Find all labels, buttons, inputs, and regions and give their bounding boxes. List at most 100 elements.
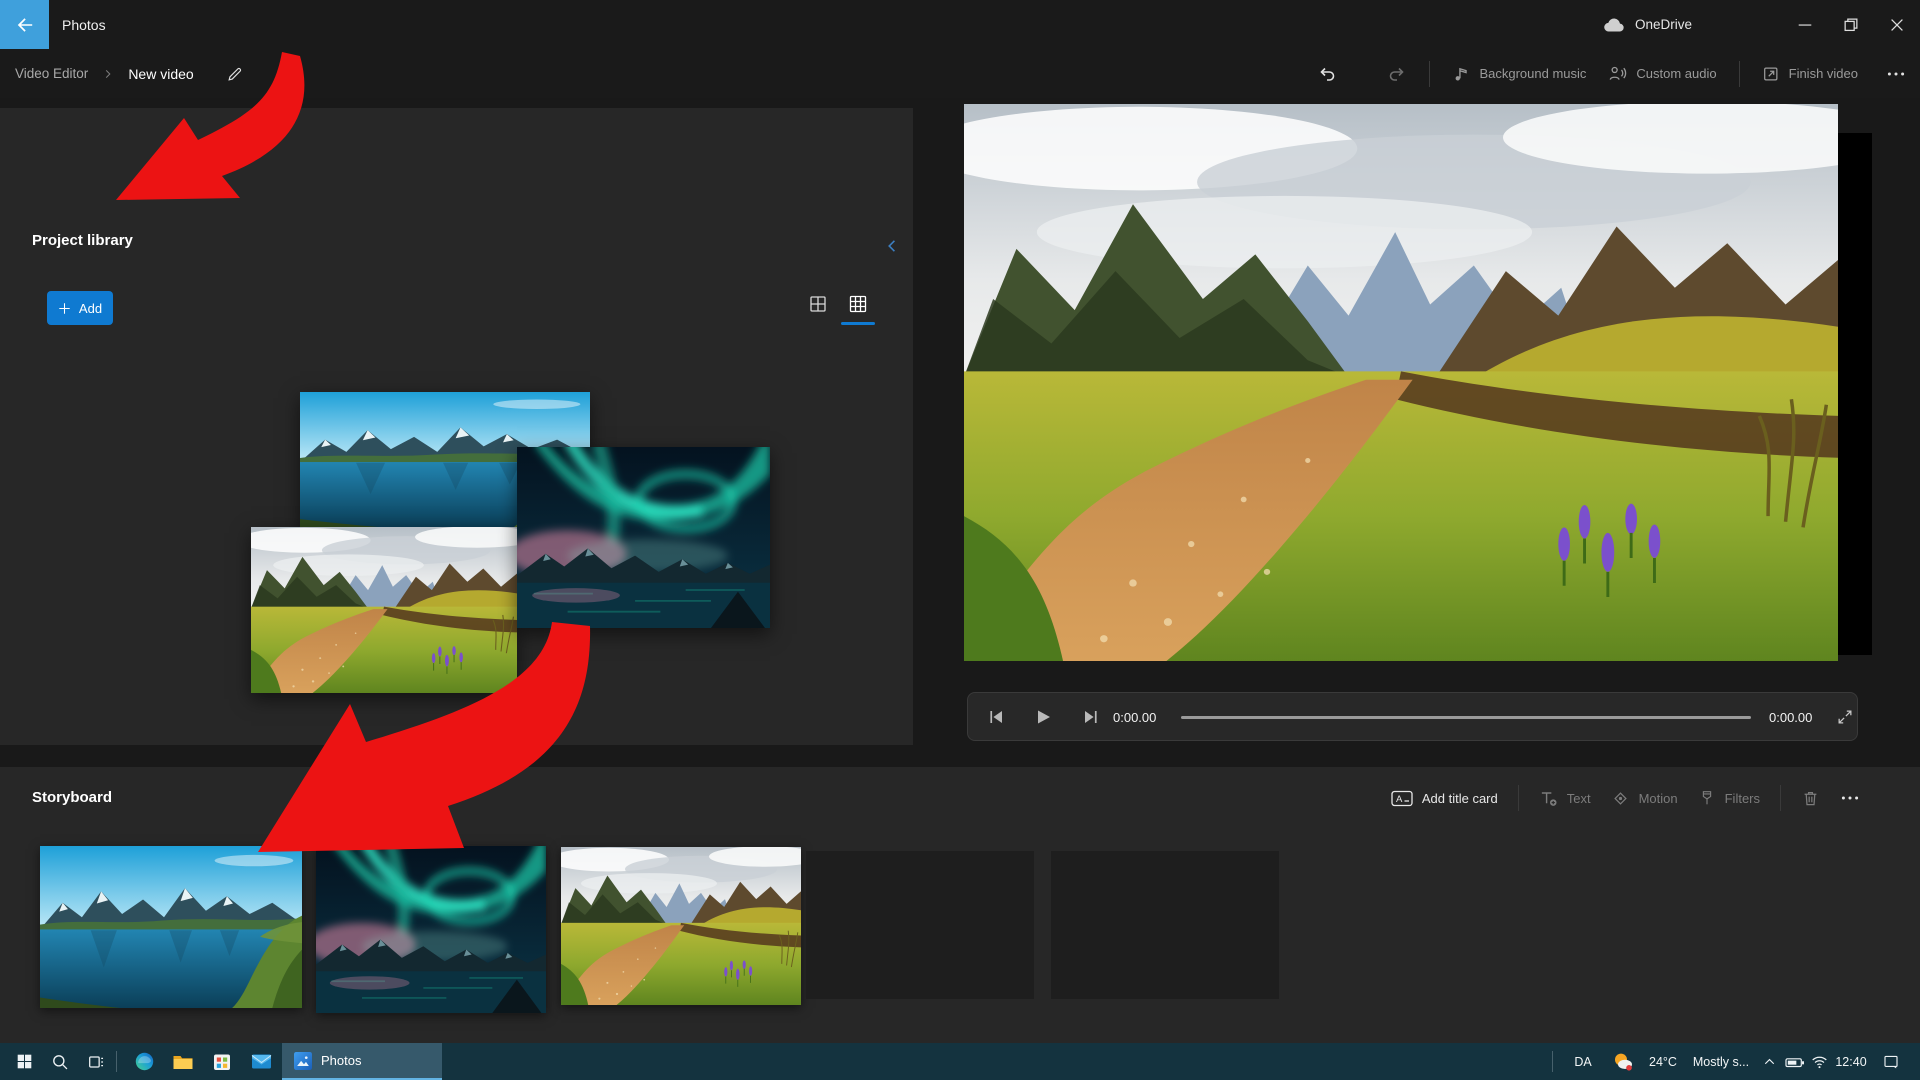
title-bar: Photos OneDrive — [0, 0, 1920, 49]
minimize-button[interactable] — [1782, 0, 1828, 49]
collapse-panel-chevron-icon[interactable] — [884, 237, 900, 255]
music-note-icon — [1452, 65, 1470, 83]
battery-tray-item[interactable] — [1782, 1043, 1808, 1080]
background-music-button[interactable]: Background music — [1452, 65, 1586, 83]
onedrive-label: OneDrive — [1635, 17, 1692, 32]
task-view-button[interactable] — [80, 1043, 112, 1080]
back-arrow-icon — [15, 15, 35, 35]
temperature-label[interactable]: 24°C — [1642, 1043, 1684, 1080]
network-tray-item[interactable] — [1808, 1043, 1830, 1080]
large-grid-view-toggle[interactable] — [808, 294, 828, 314]
next-frame-button[interactable] — [1081, 707, 1101, 727]
restore-icon — [1842, 16, 1860, 34]
add-media-button[interactable]: Add — [47, 291, 113, 325]
custom-audio-icon — [1608, 64, 1627, 83]
edge-browser-icon — [134, 1051, 155, 1072]
filters-button[interactable]: Filters — [1698, 789, 1760, 807]
redo-button[interactable] — [1387, 64, 1407, 84]
onedrive-status[interactable]: OneDrive — [1602, 0, 1692, 49]
project-title-tab[interactable]: New video — [128, 66, 193, 82]
task-view-icon — [87, 1053, 105, 1071]
elapsed-time: 0:00.00 — [1113, 710, 1156, 725]
chevron-up-icon — [1763, 1055, 1776, 1068]
total-time: 0:00.00 — [1769, 710, 1812, 725]
show-hidden-icons-button[interactable] — [1758, 1043, 1780, 1080]
library-photo-valley-road[interactable] — [251, 527, 517, 693]
storyboard-empty-slot — [806, 851, 1034, 999]
grid-view-selected-underline — [841, 322, 875, 325]
breadcrumb-chevron-icon — [102, 68, 114, 80]
playback-controls-bar: 0:00.00 0:00.00 — [967, 692, 1858, 741]
text-tool-icon — [1539, 789, 1558, 808]
wifi-icon — [1811, 1053, 1828, 1070]
project-library-title: Project library — [32, 232, 133, 249]
edge-taskbar-button[interactable] — [126, 1043, 162, 1080]
more-options-icon[interactable] — [1886, 64, 1906, 84]
storyboard-clip-3[interactable] — [561, 847, 801, 1005]
mail-icon — [251, 1053, 272, 1070]
undo-button[interactable] — [1317, 64, 1337, 84]
start-button[interactable] — [8, 1043, 40, 1080]
toolbar-separator — [1429, 61, 1430, 87]
title-card-icon: A — [1391, 790, 1413, 807]
preview-letterbox — [1838, 133, 1872, 655]
mail-taskbar-button[interactable] — [243, 1043, 279, 1080]
back-button[interactable] — [0, 0, 49, 49]
motion-icon — [1611, 789, 1630, 808]
svg-text:A: A — [1396, 794, 1403, 805]
add-title-card-button[interactable]: A Add title card — [1391, 790, 1498, 807]
plus-icon — [58, 302, 71, 315]
storyboard-more-options-icon[interactable] — [1840, 788, 1860, 808]
close-icon — [1888, 16, 1906, 34]
play-button[interactable] — [1033, 707, 1053, 727]
custom-audio-button[interactable]: Custom audio — [1608, 64, 1716, 83]
file-explorer-taskbar-button[interactable] — [165, 1043, 201, 1080]
storyboard-clip-2[interactable] — [316, 846, 546, 1013]
motion-button[interactable]: Motion — [1611, 789, 1678, 808]
storyboard-title: Storyboard — [32, 789, 112, 806]
taskbar-divider — [116, 1051, 117, 1072]
editor-toolbar-row: Video Editor New video Background music … — [0, 49, 1920, 98]
search-icon — [51, 1053, 69, 1071]
weather-condition-label[interactable]: Mostly s... — [1686, 1043, 1756, 1080]
clock[interactable]: 12:40 — [1830, 1043, 1872, 1080]
storyboard-clip-1[interactable] — [40, 846, 302, 1008]
finish-video-button[interactable]: Finish video — [1762, 65, 1858, 83]
storyboard-separator — [1780, 785, 1781, 811]
photos-app-window: Photos OneDrive Video Editor New video — [0, 0, 1920, 1080]
tray-divider — [1552, 1051, 1553, 1072]
app-title: Photos — [62, 0, 106, 49]
windows-taskbar: Photos DA 24°C Mostly s... 12:40 — [0, 1043, 1920, 1080]
taskbar-search-button[interactable] — [44, 1043, 76, 1080]
storyboard-empty-slot — [1051, 851, 1279, 999]
action-center-button[interactable] — [1876, 1043, 1906, 1080]
language-indicator[interactable]: DA — [1566, 1043, 1600, 1080]
weather-tray-item[interactable] — [1608, 1043, 1638, 1080]
filters-icon — [1698, 789, 1716, 807]
text-tool-button[interactable]: Text — [1539, 789, 1591, 808]
weather-icon — [1612, 1051, 1634, 1073]
taskbar-active-app-photos[interactable]: Photos — [282, 1043, 442, 1080]
microsoft-store-icon — [212, 1052, 232, 1072]
video-preview-frame — [964, 104, 1838, 661]
rename-pencil-icon[interactable] — [226, 65, 244, 83]
windows-logo-icon — [16, 1053, 33, 1070]
fullscreen-icon[interactable] — [1836, 708, 1854, 726]
storyboard-separator — [1518, 785, 1519, 811]
photos-app-icon — [294, 1052, 312, 1070]
small-grid-view-toggle[interactable] — [848, 294, 868, 314]
onedrive-cloud-icon — [1602, 17, 1626, 33]
battery-icon — [1784, 1053, 1806, 1071]
toolbar-separator — [1739, 61, 1740, 87]
breadcrumb-video-editor[interactable]: Video Editor — [15, 66, 88, 81]
close-button[interactable] — [1874, 0, 1920, 49]
seek-slider[interactable] — [1181, 716, 1751, 719]
store-taskbar-button[interactable] — [204, 1043, 240, 1080]
library-photo-aurora[interactable] — [517, 447, 770, 628]
notification-icon — [1882, 1054, 1900, 1070]
finish-video-icon — [1762, 65, 1780, 83]
previous-frame-button[interactable] — [986, 707, 1006, 727]
file-explorer-icon — [172, 1053, 194, 1071]
maximize-restore-button[interactable] — [1828, 0, 1874, 49]
delete-clip-icon[interactable] — [1801, 789, 1820, 808]
